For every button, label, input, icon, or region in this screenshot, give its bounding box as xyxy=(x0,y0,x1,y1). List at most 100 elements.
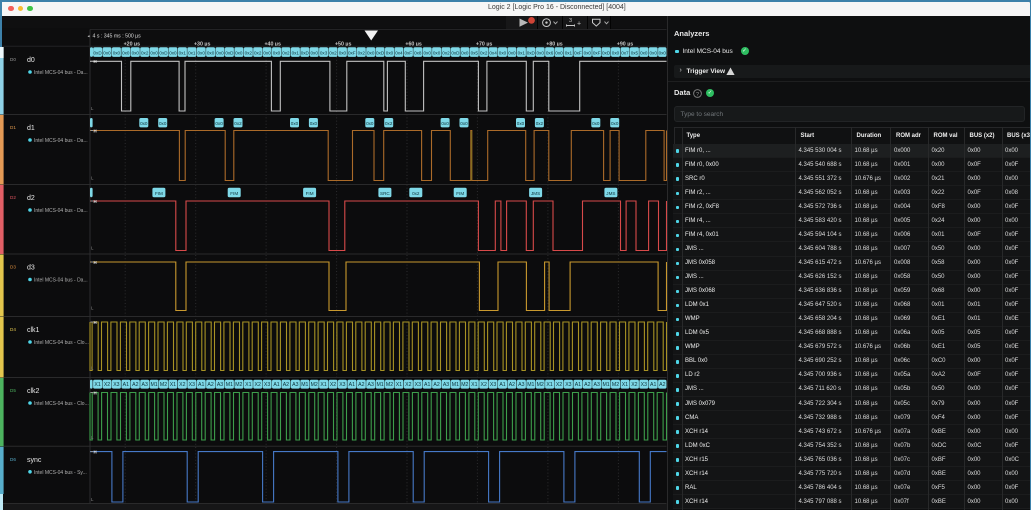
svg-text:0x0: 0x0 xyxy=(132,51,140,56)
svg-text:M1: M1 xyxy=(301,382,308,388)
svg-text:0x0: 0x0 xyxy=(291,121,299,126)
svg-text:X2: X2 xyxy=(104,382,110,388)
svg-text:X2: X2 xyxy=(631,382,637,388)
svg-text:sync: sync xyxy=(27,457,42,464)
svg-text:0xF: 0xF xyxy=(593,51,601,56)
svg-text:0x6: 0x6 xyxy=(546,51,554,56)
svg-text:X3: X3 xyxy=(113,382,119,388)
svg-text:+: + xyxy=(577,20,581,27)
svg-text:M2: M2 xyxy=(461,382,468,388)
svg-text:A3: A3 xyxy=(594,382,600,388)
svg-text:D4: D4 xyxy=(10,327,16,332)
svg-text:H: H xyxy=(94,390,97,395)
svg-text:0x2: 0x2 xyxy=(480,51,488,56)
svg-text:A2: A2 xyxy=(358,382,364,388)
svg-text:d0: d0 xyxy=(27,57,35,64)
svg-text:A3: A3 xyxy=(518,382,524,388)
svg-text:0x0: 0x0 xyxy=(263,51,271,56)
svg-text:0x0: 0x0 xyxy=(386,51,394,56)
svg-text:D2: D2 xyxy=(10,195,16,200)
svg-text:0xD: 0xD xyxy=(301,51,310,56)
svg-text:X3: X3 xyxy=(641,382,647,388)
svg-text:A1: A1 xyxy=(650,382,656,388)
svg-text:X2: X2 xyxy=(255,382,261,388)
svg-text:FIM: FIM xyxy=(155,191,163,196)
svg-text:X1: X1 xyxy=(245,382,251,388)
svg-text:0x0: 0x0 xyxy=(367,51,375,56)
svg-text:H: H xyxy=(94,199,97,204)
svg-text:M1: M1 xyxy=(226,382,233,388)
svg-text:FIM: FIM xyxy=(456,191,464,196)
svg-text:A2: A2 xyxy=(584,382,590,388)
svg-text:0x0: 0x0 xyxy=(423,51,431,56)
svg-text:A1: A1 xyxy=(349,382,355,388)
svg-text:0x0: 0x0 xyxy=(433,51,441,56)
svg-text:M2: M2 xyxy=(311,382,318,388)
svg-text:JMS: JMS xyxy=(531,191,540,196)
svg-text:M2: M2 xyxy=(160,382,167,388)
svg-text:A3: A3 xyxy=(368,382,374,388)
svg-text:Intel MCS-04 bus - Da...: Intel MCS-04 bus - Da... xyxy=(34,278,88,284)
svg-text:0x0: 0x0 xyxy=(584,51,592,56)
svg-text:X1: X1 xyxy=(546,382,552,388)
svg-text:A2: A2 xyxy=(433,382,439,388)
svg-text:0x0: 0x0 xyxy=(122,51,130,56)
svg-text:0x8: 0x8 xyxy=(414,51,422,56)
svg-text:0x0: 0x0 xyxy=(611,121,619,126)
svg-text:A3: A3 xyxy=(217,382,223,388)
svg-text:A1: A1 xyxy=(424,382,430,388)
svg-text:0x1: 0x1 xyxy=(292,51,300,56)
svg-text:JMS: JMS xyxy=(606,191,615,196)
svg-text:M2: M2 xyxy=(235,382,242,388)
svg-text:X2: X2 xyxy=(481,382,487,388)
svg-text:?: ? xyxy=(695,91,698,97)
svg-text:0x1: 0x1 xyxy=(565,51,573,56)
svg-text:X1: X1 xyxy=(320,382,326,388)
svg-text:H: H xyxy=(94,59,97,64)
svg-text:0xD: 0xD xyxy=(376,51,385,56)
svg-text:Intel MCS-04 bus - Clo...: Intel MCS-04 bus - Clo... xyxy=(34,340,89,346)
svg-text:A2: A2 xyxy=(509,382,515,388)
svg-text:0xD: 0xD xyxy=(94,51,103,56)
svg-text:A3: A3 xyxy=(142,382,148,388)
svg-text:0x0: 0x0 xyxy=(113,51,121,56)
svg-text:H: H xyxy=(94,320,97,325)
svg-text:0x0: 0x0 xyxy=(103,51,111,56)
svg-text:M2: M2 xyxy=(537,382,544,388)
svg-text:0x5: 0x5 xyxy=(471,51,479,56)
svg-text:d1: d1 xyxy=(27,125,35,132)
svg-text:0x4: 0x4 xyxy=(489,51,497,56)
svg-text:0xF: 0xF xyxy=(348,51,356,56)
svg-text:0x0: 0x0 xyxy=(555,51,563,56)
svg-text:0x5: 0x5 xyxy=(631,51,639,56)
svg-text:0x0: 0x0 xyxy=(592,121,600,126)
svg-text:X3: X3 xyxy=(415,382,421,388)
svg-text:0x0: 0x0 xyxy=(159,121,167,126)
svg-text:0x0: 0x0 xyxy=(441,121,449,126)
svg-text:Intel MCS-04 bus - Da...: Intel MCS-04 bus - Da... xyxy=(34,208,88,214)
svg-text:Intel MCS-04 bus - Clo...: Intel MCS-04 bus - Clo... xyxy=(34,401,89,407)
svg-text:0x2: 0x2 xyxy=(141,51,149,56)
svg-text:M1: M1 xyxy=(602,382,609,388)
svg-text:A2: A2 xyxy=(132,382,138,388)
svg-text:X3: X3 xyxy=(264,382,270,388)
svg-text:X1: X1 xyxy=(622,382,628,388)
svg-text:0x0: 0x0 xyxy=(461,51,469,56)
svg-text:H: H xyxy=(94,260,97,265)
svg-text:A1: A1 xyxy=(273,382,279,388)
svg-text:0x0: 0x0 xyxy=(197,51,205,56)
svg-text:M1: M1 xyxy=(452,382,459,388)
svg-text:A1: A1 xyxy=(198,382,204,388)
svg-text:A3: A3 xyxy=(292,382,298,388)
svg-text:SRC: SRC xyxy=(380,191,390,196)
svg-text:0x0: 0x0 xyxy=(460,121,468,126)
svg-text:X1: X1 xyxy=(94,382,100,388)
svg-text:X2: X2 xyxy=(556,382,562,388)
svg-text:0x0: 0x0 xyxy=(508,51,516,56)
svg-text:M2: M2 xyxy=(386,382,393,388)
svg-text:X2: X2 xyxy=(179,382,185,388)
svg-text:H: H xyxy=(94,449,97,454)
svg-text:A2: A2 xyxy=(659,382,665,388)
svg-text:clk1: clk1 xyxy=(27,327,40,334)
svg-text:0x0: 0x0 xyxy=(215,121,223,126)
